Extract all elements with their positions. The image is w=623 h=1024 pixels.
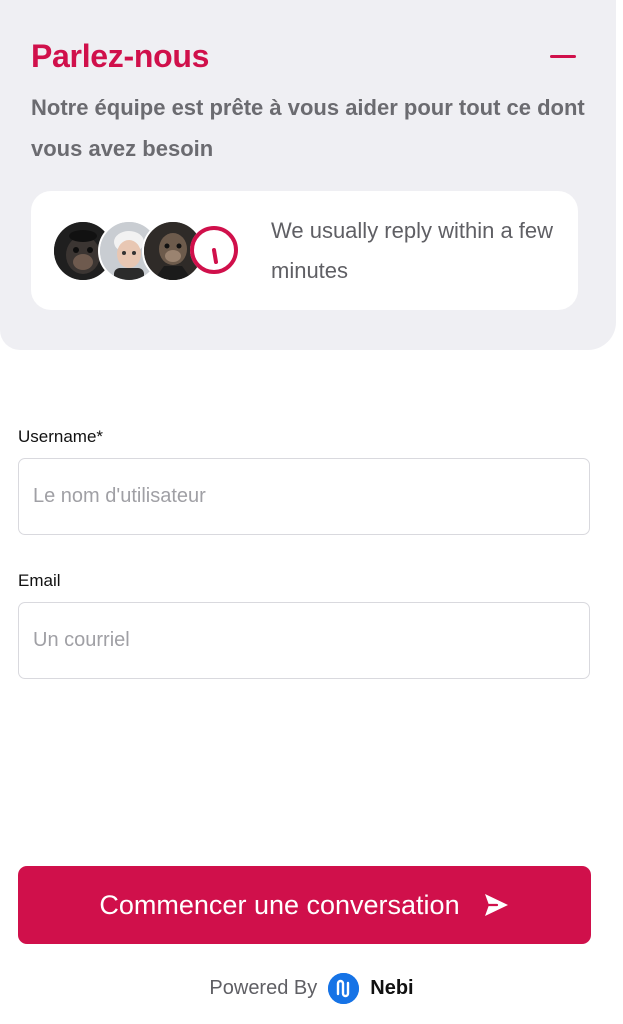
team-avatars [52, 220, 252, 282]
clock-icon [187, 223, 241, 277]
email-input[interactable] [18, 602, 590, 679]
header-subtitle: Notre équipe est prête à vous aider pour… [31, 95, 585, 161]
header-title: Parlez-nous [31, 38, 210, 74]
start-conversation-button[interactable]: Commencer une conversation [18, 866, 591, 944]
reply-time-text: We usually reply within a few minutes [271, 218, 554, 283]
brand-name[interactable]: Nebi [370, 977, 413, 1000]
chat-header: Parlez-nous Notre équipe est prête à vou… [0, 0, 616, 350]
send-icon [482, 891, 510, 919]
start-conversation-label: Commencer une conversation [99, 889, 460, 920]
collapse-button[interactable] [545, 40, 579, 74]
username-input[interactable] [18, 458, 590, 535]
nebi-logo-icon [328, 972, 360, 1004]
reply-time-card: We usually reply within a few minutes [31, 191, 578, 310]
powered-by-text: Powered By [209, 976, 318, 999]
username-label: Username* [18, 427, 104, 446]
powered-by-footer: Powered By Nebi [0, 970, 623, 1006]
email-label: Email [18, 571, 61, 590]
